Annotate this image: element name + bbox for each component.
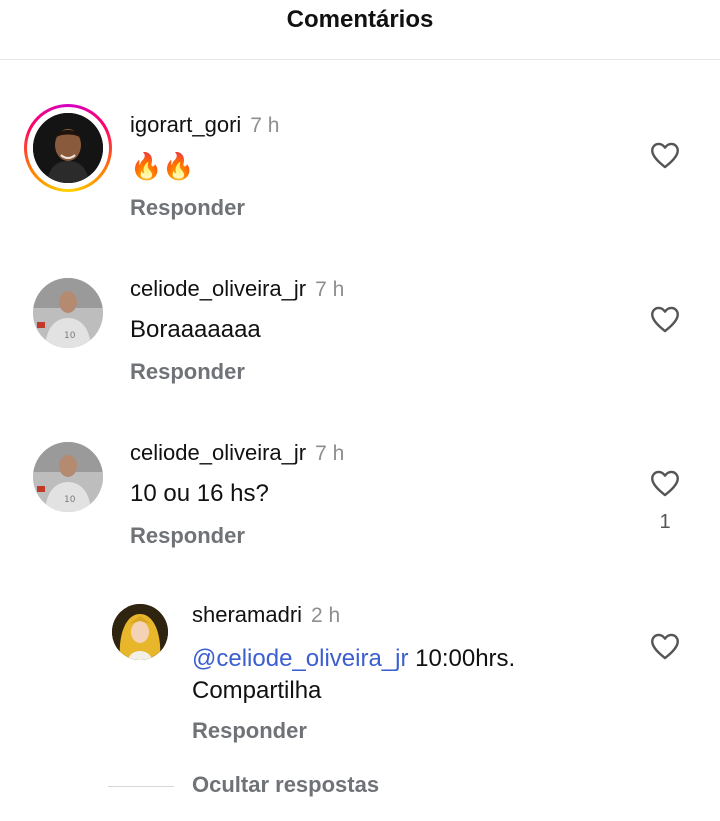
like-button[interactable] — [648, 629, 682, 663]
reply-button[interactable]: Responder — [130, 523, 245, 549]
heart-outline-icon — [651, 633, 679, 660]
comment-text-part: 10:00hrs. — [408, 645, 516, 672]
svg-text:10: 10 — [64, 331, 76, 341]
reply-button[interactable]: Responder — [130, 195, 245, 221]
comment-text: Boraaaaaaa — [130, 316, 261, 343]
heart-outline-icon — [651, 142, 679, 169]
hide-replies-button[interactable]: Ocultar respostas — [192, 772, 379, 798]
avatar[interactable] — [33, 113, 103, 183]
username[interactable]: igorart_gori — [130, 112, 241, 138]
username[interactable]: celiode_oliveira_jr — [130, 276, 306, 302]
like-button[interactable] — [648, 466, 682, 500]
reply-button[interactable]: Responder — [192, 718, 307, 744]
comment-item: igorart_gori 7 h 🔥🔥 Responder — [0, 104, 720, 224]
comment-time: 7 h — [250, 114, 280, 137]
avatar[interactable]: 10 — [33, 278, 103, 348]
comment-text: 🔥🔥 — [130, 151, 195, 181]
comment-text-line2: Compartilha — [192, 677, 322, 704]
username[interactable]: sheramadri — [192, 602, 302, 628]
page-title: Comentários — [286, 5, 434, 33]
reply-button[interactable]: Responder — [130, 359, 245, 385]
mention-link[interactable]: @celiode_oliveira_jr — [192, 645, 408, 672]
comment-text: 10 ou 16 hs? — [130, 480, 269, 507]
username[interactable]: celiode_oliveira_jr — [130, 440, 306, 466]
like-button[interactable] — [648, 138, 682, 172]
svg-text:10: 10 — [64, 495, 76, 505]
like-count: 1 — [659, 511, 671, 533]
comment-item: 10 celiode_oliveira_jr 7 h Boraaaaaaa Re… — [0, 270, 720, 390]
avatar[interactable] — [112, 604, 168, 660]
comment-item: 10 celiode_oliveira_jr 7 h 10 ou 16 hs? … — [0, 434, 720, 564]
comment-time: 7 h — [315, 442, 345, 465]
comment-time: 2 h — [311, 604, 341, 627]
avatar[interactable]: 10 — [33, 442, 103, 512]
comment-text: @celiode_oliveira_jr 10:00hrs. Compartil… — [192, 643, 515, 707]
heart-outline-icon — [651, 470, 679, 497]
reply-item: sheramadri 2 h @celiode_oliveira_jr 10:0… — [0, 598, 720, 748]
heart-outline-icon — [651, 306, 679, 333]
divider — [108, 786, 174, 787]
like-button[interactable] — [648, 302, 682, 336]
hide-replies-row: Ocultar respostas — [108, 772, 508, 802]
comment-time: 7 h — [315, 278, 345, 301]
comments-header: Comentários — [0, 0, 720, 60]
